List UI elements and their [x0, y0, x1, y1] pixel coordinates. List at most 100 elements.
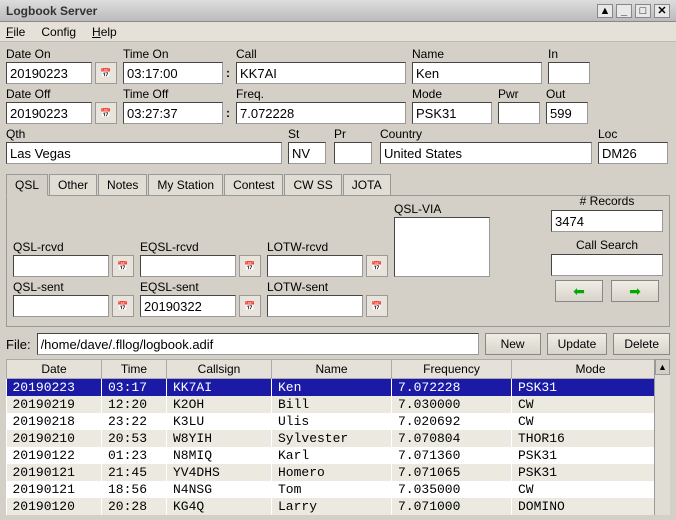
qsl-sent-label: QSL-sent — [13, 280, 109, 294]
st-label: St — [288, 127, 328, 141]
delete-button[interactable]: Delete — [613, 333, 670, 355]
timeon-input[interactable] — [123, 62, 223, 84]
close-button[interactable]: ✕ — [654, 4, 670, 18]
scroll-up-icon[interactable]: ▲ — [655, 359, 670, 375]
tab-panel: QSL-rcvd 📅 EQSL-rcvd 📅 LOTW-rcvd 📅 QSL-V… — [6, 195, 670, 327]
lotw-rcvd-label: LOTW-rcvd — [267, 240, 363, 254]
qsl-rcvd-cal-icon[interactable]: 📅 — [112, 255, 134, 277]
table-row[interactable]: 2019012118:56N4NSGTom7.035000CW — [7, 481, 670, 498]
new-button[interactable]: New — [485, 333, 541, 355]
qsl-rcvd-input[interactable] — [13, 255, 109, 277]
call-label: Call — [236, 47, 406, 61]
rollup-button[interactable]: ▲ — [597, 4, 613, 18]
table-row[interactable]: 2019022303:17KK7AIKen7.072228PSK31 — [7, 379, 670, 397]
file-path-input[interactable] — [37, 333, 479, 355]
tabs: QSL Other Notes My Station Contest CW SS… — [6, 173, 392, 195]
eqsl-rcvd-cal-icon[interactable]: 📅 — [239, 255, 261, 277]
table-row[interactable]: 2019012121:45YV4DHSHomero7.071065PSK31 — [7, 464, 670, 481]
timeon-label: Time On — [123, 47, 223, 61]
menu-help[interactable]: Help — [92, 25, 117, 39]
tab-other[interactable]: Other — [49, 174, 97, 196]
pwr-label: Pwr — [498, 87, 540, 101]
window-title: Logbook Server — [6, 4, 97, 18]
loc-label: Loc — [598, 127, 670, 141]
eqsl-rcvd-input[interactable] — [140, 255, 236, 277]
qsl-via-label: QSL-VIA — [394, 202, 490, 216]
qsl-rcvd-label: QSL-rcvd — [13, 240, 109, 254]
tab-qsl[interactable]: QSL — [6, 174, 48, 196]
eqsl-sent-input[interactable] — [140, 295, 236, 317]
callsearch-label: Call Search — [551, 238, 663, 252]
callsearch-input[interactable] — [551, 254, 663, 276]
next-button[interactable]: ➡ — [611, 280, 659, 302]
mode-label: Mode — [412, 87, 492, 101]
table-row[interactable]: 2019021823:22K3LUUlis7.020692CW — [7, 413, 670, 430]
dateon-label: Date On — [6, 47, 92, 61]
update-button[interactable]: Update — [547, 333, 608, 355]
col-mode[interactable]: Mode — [512, 360, 670, 379]
lotw-rcvd-input[interactable] — [267, 255, 363, 277]
tab-jota[interactable]: JOTA — [343, 174, 391, 196]
qsl-sent-input[interactable] — [13, 295, 109, 317]
log-table: Date Time Callsign Name Frequency Mode 2… — [6, 359, 670, 515]
lotw-sent-input[interactable] — [267, 295, 363, 317]
freq-label: Freq. — [236, 87, 406, 101]
qsl-via-input[interactable] — [394, 217, 490, 277]
table-row[interactable]: 2019021912:20K2OHBill7.030000CW — [7, 396, 670, 413]
table-scrollbar[interactable]: ▲ — [654, 359, 670, 515]
titlebar: Logbook Server ▲ _ □ ✕ — [0, 0, 676, 22]
log-table-wrap: Date Time Callsign Name Frequency Mode 2… — [6, 359, 670, 515]
pr-input[interactable] — [334, 142, 372, 164]
pwr-input[interactable] — [498, 102, 540, 124]
file-label: File: — [6, 337, 31, 352]
col-frequency[interactable]: Frequency — [392, 360, 512, 379]
records-label: # Records — [551, 194, 663, 208]
in-label: In — [548, 47, 590, 61]
table-row[interactable]: 2019021020:53W8YIHSylvester7.070804THOR1… — [7, 430, 670, 447]
out-input[interactable] — [546, 102, 588, 124]
qsl-sent-cal-icon[interactable]: 📅 — [112, 295, 134, 317]
eqsl-sent-label: EQSL-sent — [140, 280, 236, 294]
table-row[interactable]: 2019012020:28KG4QLarry7.071000DOMINO — [7, 498, 670, 515]
tab-cwss[interactable]: CW SS — [284, 174, 341, 196]
prev-button[interactable]: ⬅ — [555, 280, 603, 302]
table-row[interactable]: 2019012201:23N8MIQKarl7.071360PSK31 — [7, 447, 670, 464]
out-label: Out — [546, 87, 588, 101]
tab-contest[interactable]: Contest — [224, 174, 283, 196]
in-input[interactable] — [548, 62, 590, 84]
mode-input[interactable] — [412, 102, 492, 124]
minimize-button[interactable]: _ — [616, 4, 632, 18]
call-input[interactable] — [236, 62, 406, 84]
dateoff-label: Date Off — [6, 87, 92, 101]
loc-input[interactable] — [598, 142, 668, 164]
eqsl-rcvd-label: EQSL-rcvd — [140, 240, 236, 254]
col-time[interactable]: Time — [102, 360, 167, 379]
maximize-button[interactable]: □ — [635, 4, 651, 18]
country-input[interactable] — [380, 142, 592, 164]
tab-mystation[interactable]: My Station — [148, 174, 223, 196]
records-count — [551, 210, 663, 232]
dateoff-input[interactable] — [6, 102, 92, 124]
timeoff-input[interactable] — [123, 102, 223, 124]
freq-input[interactable] — [236, 102, 406, 124]
eqsl-sent-cal-icon[interactable]: 📅 — [239, 295, 261, 317]
qth-label: Qth — [6, 127, 282, 141]
menu-file[interactable]: File — [6, 25, 25, 39]
pr-label: Pr — [334, 127, 374, 141]
dateon-cal-icon[interactable]: 📅 — [95, 62, 117, 84]
lotw-rcvd-cal-icon[interactable]: 📅 — [366, 255, 388, 277]
menu-config[interactable]: Config — [41, 25, 76, 39]
tab-notes[interactable]: Notes — [98, 174, 147, 196]
st-input[interactable] — [288, 142, 326, 164]
dateoff-cal-icon[interactable]: 📅 — [95, 102, 117, 124]
col-callsign[interactable]: Callsign — [167, 360, 272, 379]
country-label: Country — [380, 127, 592, 141]
lotw-sent-cal-icon[interactable]: 📅 — [366, 295, 388, 317]
lotw-sent-label: LOTW-sent — [267, 280, 363, 294]
qth-input[interactable] — [6, 142, 282, 164]
col-name[interactable]: Name — [272, 360, 392, 379]
menubar: File Config Help — [0, 22, 676, 42]
name-input[interactable] — [412, 62, 542, 84]
col-date[interactable]: Date — [7, 360, 102, 379]
dateon-input[interactable] — [6, 62, 92, 84]
